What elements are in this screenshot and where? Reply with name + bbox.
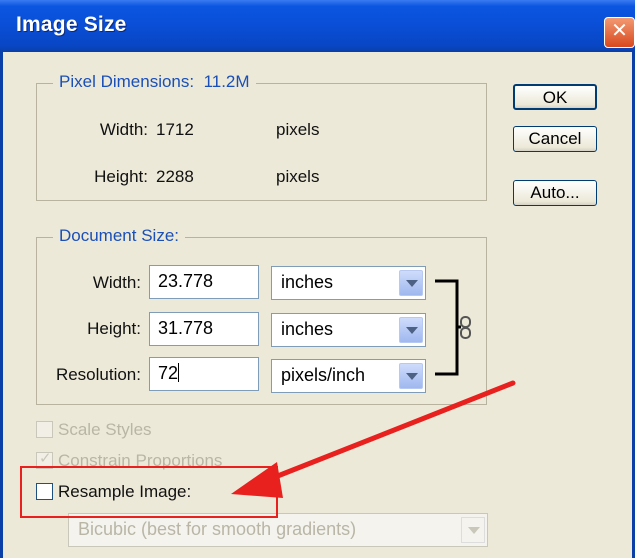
annotation-arrow — [231, 380, 516, 498]
image-size-dialog: Image Size ✕ Pixel Dimensions: 11.2M Wid… — [0, 0, 635, 558]
